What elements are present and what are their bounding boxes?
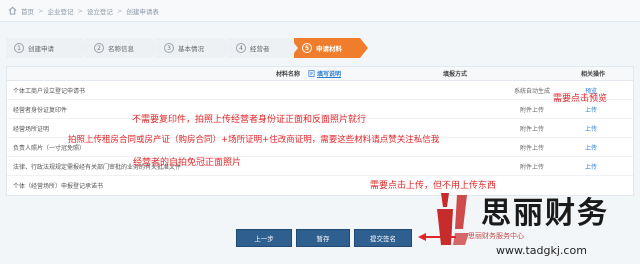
- step-operator[interactable]: 4 经营者: [228, 38, 298, 58]
- breadcrumb-home[interactable]: 首页: [21, 6, 34, 16]
- step-number: 4: [236, 43, 246, 53]
- fill-method: 附件上传: [519, 125, 544, 133]
- material-name: 法律、行政法规规定需报经有关部门审批的业务的有关批准文件: [13, 163, 182, 171]
- step-label: 名称信息: [108, 45, 134, 53]
- upload-link[interactable]: 上传: [557, 124, 633, 133]
- fill-method: 附件上传: [519, 163, 544, 171]
- annotation-premises: 拍照上传租房合同或房产证（购房合同）+场所证明+住改商证明，需要这些材料请点赞关…: [68, 135, 440, 145]
- upload-link[interactable]: 上传: [557, 162, 633, 171]
- step-label: 创建申请: [28, 45, 54, 53]
- column-related-action: 相关操作: [580, 71, 605, 78]
- table-row: 法律、行政法规规定需报经有关部门审批的业务的有关批准文件 附件上传 上传: [7, 157, 633, 176]
- step-wizard: 1 创建申请 2 名称信息 3 基本情况 4 经营者 5 申请材料: [6, 38, 634, 60]
- column-fill-method: 填报方式: [442, 71, 467, 78]
- table-header: 材料名称 填写说明 填报方式 相关操作: [7, 67, 633, 81]
- submit-sign-button[interactable]: 提交签名: [354, 229, 412, 247]
- step-number: 1: [14, 43, 24, 53]
- column-material-name: 材料名称: [275, 71, 300, 78]
- step-number: 2: [94, 43, 104, 53]
- previous-step-button[interactable]: 上一步: [236, 229, 292, 247]
- annotation-preview: 需要点击预览: [553, 94, 608, 104]
- breadcrumb-enterprise-registration[interactable]: 企业登记: [47, 6, 73, 16]
- brand-url: www.tadgkj.com: [496, 244, 587, 257]
- breadcrumb-establishment-registration[interactable]: 设立登记: [87, 6, 113, 16]
- brand-subtitle: 思丽财务服务中心: [468, 232, 524, 240]
- material-name: 个体工商户设立登记申请书: [13, 87, 86, 95]
- home-icon: [8, 6, 17, 15]
- fill-guide-label: 填写说明: [316, 71, 341, 78]
- step-label: 经营者: [250, 45, 270, 53]
- step-label: 申请材料: [316, 45, 342, 53]
- fill-guide-link[interactable]: 填写说明: [308, 69, 341, 78]
- step-number: 5: [302, 43, 312, 53]
- brand-logo: [437, 193, 469, 245]
- upload-link[interactable]: 上传: [557, 143, 633, 152]
- breadcrumb-separator: >: [116, 6, 123, 15]
- step-label: 基本情况: [178, 45, 204, 53]
- breadcrumb: 首页 > 企业登记 > 设立登记 > 创建申请表: [0, 0, 640, 22]
- fill-method: 附件上传: [519, 144, 544, 152]
- document-icon: [308, 70, 315, 77]
- step-application-materials[interactable]: 5 申请材料: [294, 38, 368, 58]
- annotation-id-copy: 不需要复印件，拍照上传经营者身份证正面和反面照片就行: [132, 115, 367, 125]
- breadcrumb-separator: >: [77, 6, 83, 15]
- step-basic-info[interactable]: 3 基本情况: [156, 38, 232, 58]
- table-row: 个体工商户设立登记申请书 系统自动生成 预览: [7, 81, 633, 100]
- save-draft-button[interactable]: 暂存: [296, 229, 350, 247]
- step-create-application[interactable]: 1 创建申请: [6, 38, 90, 58]
- annotation-photo: 经营者的自拍免冠正面照片: [133, 158, 242, 168]
- materials-table: 材料名称 填写说明 填报方式 相关操作 个体工商户设立登记申请书 系统自动生成 …: [6, 66, 634, 196]
- step-number: 3: [164, 43, 174, 53]
- upload-link[interactable]: 上传: [557, 105, 633, 114]
- brand-name: 思丽财务: [481, 196, 609, 231]
- fill-method: 附件上传: [519, 106, 544, 114]
- fill-method: 系统自动生成: [513, 87, 550, 95]
- step-name-info[interactable]: 2 名称信息: [86, 38, 160, 58]
- breadcrumb-current: 创建申请表: [126, 7, 159, 16]
- breadcrumb-separator: >: [38, 6, 44, 15]
